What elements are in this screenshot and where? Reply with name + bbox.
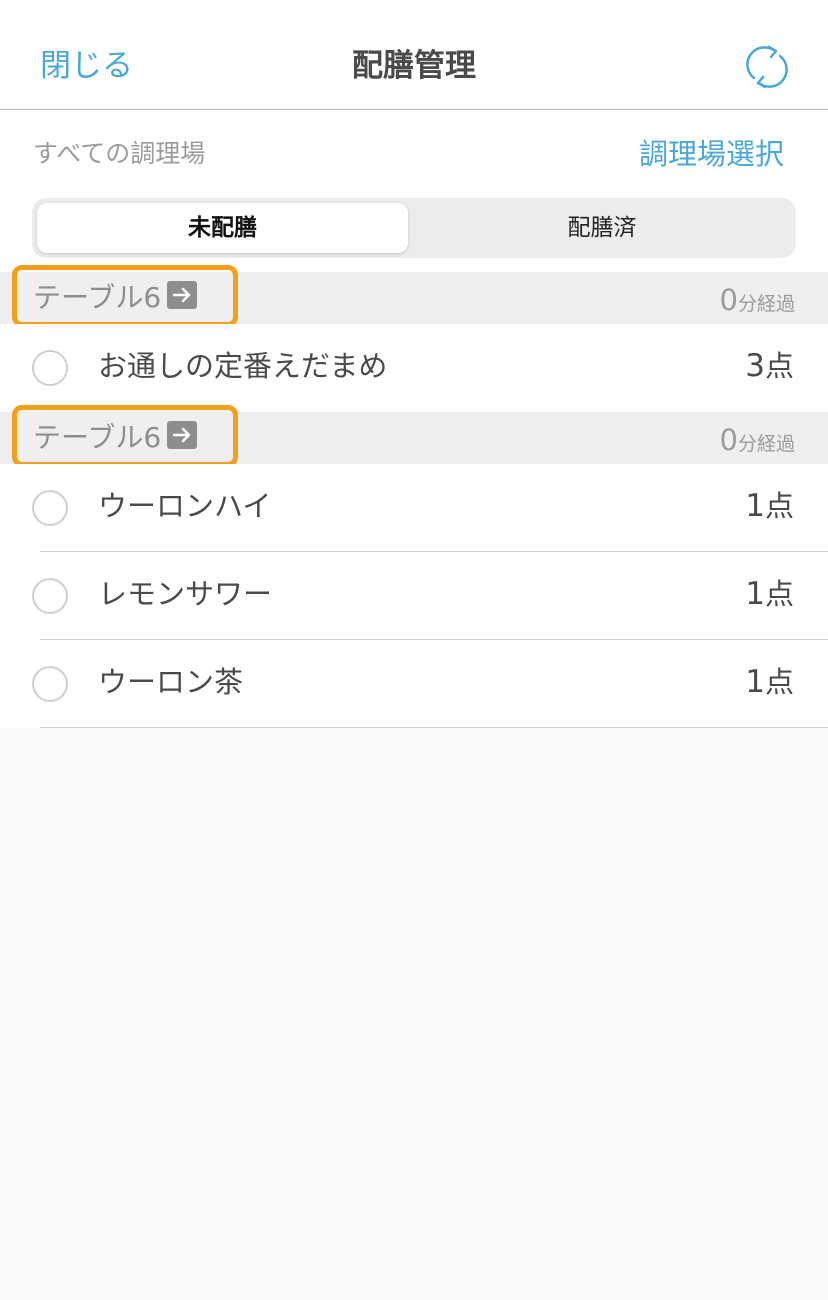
elapsed-time: 0分経過 <box>720 420 795 464</box>
item-quantity: 3点 <box>745 346 794 386</box>
item-checkbox[interactable] <box>32 350 68 386</box>
table-name: テーブル6 <box>33 421 162 454</box>
quantity-value: 1 <box>745 488 765 524</box>
table-link[interactable]: テーブル6 <box>33 418 198 458</box>
elapsed-unit: 分経過 <box>737 293 795 315</box>
quantity-unit: 点 <box>764 349 794 383</box>
elapsed-time: 0分経過 <box>720 280 795 324</box>
table-group-header: テーブル6 0分経過 <box>0 412 828 464</box>
order-item-row[interactable]: お通しの定番えだまめ 3点 <box>0 324 828 412</box>
quantity-unit: 点 <box>764 665 794 699</box>
item-name: お通しの定番えだまめ <box>98 349 388 383</box>
arrow-right-icon <box>167 421 198 449</box>
item-quantity: 1点 <box>745 486 794 526</box>
quantity-value: 1 <box>745 576 765 612</box>
item-name: ウーロンハイ <box>98 489 272 523</box>
table-link[interactable]: テーブル6 <box>33 278 198 318</box>
elapsed-value: 0 <box>719 423 738 457</box>
quantity-unit: 点 <box>764 489 794 523</box>
item-name: ウーロン茶 <box>98 665 244 699</box>
status-segmented-control: 未配膳 配膳済 <box>32 198 796 258</box>
refresh-icon[interactable] <box>742 42 792 92</box>
elapsed-value: 0 <box>719 283 738 317</box>
table-name: テーブル6 <box>33 281 162 314</box>
item-checkbox[interactable] <box>32 490 68 526</box>
item-name: レモンサワー <box>98 577 273 611</box>
order-item-row[interactable]: レモンサワー 1点 <box>0 552 828 640</box>
tab-unserved[interactable]: 未配膳 <box>37 203 408 253</box>
quantity-value: 3 <box>745 348 765 384</box>
main-content: すべての調理場 調理場選択 未配膳 配膳済 テーブル6 0分経過 お通しの定番え… <box>0 110 828 728</box>
elapsed-unit: 分経過 <box>737 433 795 455</box>
tab-served[interactable]: 配膳済 <box>412 203 792 253</box>
current-kitchen-label: すべての調理場 <box>33 139 206 168</box>
item-quantity: 1点 <box>745 662 794 702</box>
quantity-unit: 点 <box>764 577 794 611</box>
arrow-right-icon <box>167 281 198 309</box>
table-group-header: テーブル6 0分経過 <box>0 272 828 324</box>
item-checkbox[interactable] <box>32 578 68 614</box>
quantity-value: 1 <box>745 664 765 700</box>
order-item-row[interactable]: ウーロンハイ 1点 <box>0 464 828 552</box>
order-item-row[interactable]: ウーロン茶 1点 <box>0 640 828 728</box>
item-quantity: 1点 <box>745 574 794 614</box>
row-divider <box>40 727 828 728</box>
page-title: 配膳管理 <box>352 48 476 84</box>
item-checkbox[interactable] <box>32 666 68 702</box>
nav-header: 閉じる 配膳管理 <box>0 0 828 110</box>
kitchen-select-button[interactable]: 調理場選択 <box>639 134 784 174</box>
